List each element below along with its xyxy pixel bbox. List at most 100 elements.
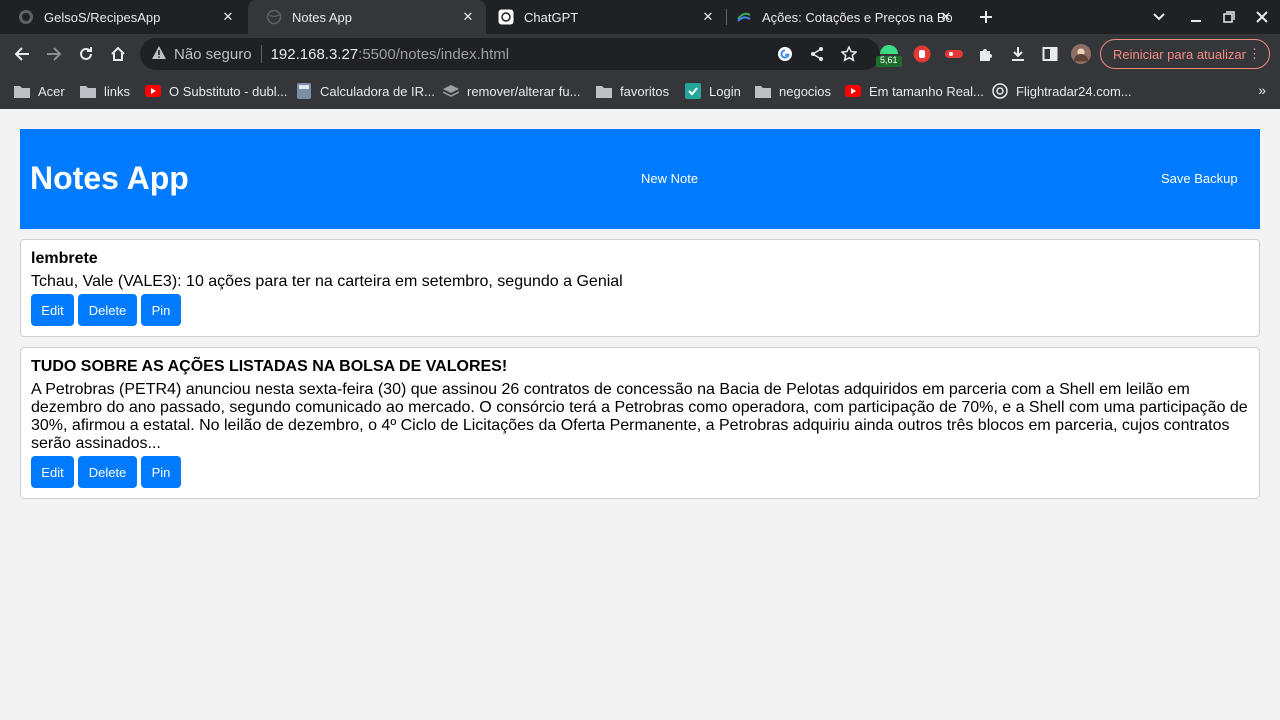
bookmark-calculadora[interactable]: Calculadora de IR... bbox=[296, 82, 435, 100]
app-title: Notes App bbox=[30, 160, 189, 196]
security-label: Não seguro bbox=[174, 45, 252, 63]
folder-icon bbox=[80, 83, 96, 99]
note-card: TUDO SOBRE AS AÇÕES LISTADAS NA BOLSA DE… bbox=[20, 347, 1260, 499]
omnibox-divider bbox=[260, 45, 262, 63]
back-arrow-icon[interactable] bbox=[12, 44, 32, 64]
bookmark-o-substituto[interactable]: O Substituto - dubl... bbox=[145, 82, 288, 100]
bookmark-label: Login bbox=[709, 83, 741, 99]
tab-recipes-app[interactable]: GelsoS/RecipesApp ✕ bbox=[0, 0, 246, 34]
download-icon[interactable] bbox=[1008, 44, 1028, 64]
new-tab-plus-icon[interactable] bbox=[976, 7, 996, 27]
note-actions: Edit Delete Pin bbox=[31, 294, 1249, 326]
bookmark-label: Flightradar24.com... bbox=[1016, 83, 1132, 99]
url-path: :5500/notes/index.html bbox=[358, 45, 510, 63]
note-title: lembrete bbox=[31, 250, 98, 267]
bookmark-remover-alterar[interactable]: remover/alterar fu... bbox=[443, 82, 580, 100]
browser-toolbar: Não seguro 192.168.3.27:5500/notes/index… bbox=[0, 34, 1280, 74]
address-bar[interactable]: Não seguro 192.168.3.27:5500/notes/index… bbox=[140, 38, 880, 70]
delete-button[interactable]: Delete bbox=[78, 294, 137, 326]
side-panel-icon[interactable] bbox=[1040, 44, 1060, 64]
bookmarks-bar: Acer links O Substituto - dubl... Calcul… bbox=[0, 74, 1280, 109]
delete-button[interactable]: Delete bbox=[78, 456, 137, 488]
note-actions: Edit Delete Pin bbox=[31, 456, 1249, 488]
pin-button[interactable]: Pin bbox=[141, 294, 181, 326]
tab-title: Notes App bbox=[292, 9, 352, 25]
tab-title: Ações: Cotações e Preços na Bo bbox=[762, 9, 952, 25]
note-title: TUDO SOBRE AS AÇÕES LISTADAS NA BOLSA DE… bbox=[31, 358, 508, 375]
bookmark-label: negocios bbox=[779, 83, 832, 99]
save-backup-button[interactable]: Save Backup bbox=[1161, 171, 1238, 186]
bookmark-em-tamanho-real[interactable]: Em tamanho Real... bbox=[845, 82, 984, 100]
extensions-puzzle-icon[interactable] bbox=[976, 44, 996, 64]
url-host: 192.168.3.27 bbox=[270, 45, 359, 63]
note-body: A Petrobras (PETR4) anunciou nesta sexta… bbox=[31, 381, 1248, 452]
security-indicator[interactable]: Não seguro bbox=[152, 45, 252, 63]
bookmark-label: Em tamanho Real... bbox=[869, 83, 984, 99]
bookmark-label: remover/alterar fu... bbox=[467, 83, 581, 99]
record-extension-icon[interactable] bbox=[944, 44, 964, 64]
folder-icon bbox=[755, 83, 771, 99]
youtube-icon bbox=[845, 83, 861, 99]
note-body: Tchau, Vale (VALE3): 10 ações para ter n… bbox=[31, 273, 623, 290]
tab-title: GelsoS/RecipesApp bbox=[44, 9, 161, 25]
bookmark-flightradar24[interactable]: Flightradar24.com... bbox=[992, 82, 1132, 100]
forward-arrow-icon[interactable] bbox=[44, 44, 64, 64]
bookmark-login[interactable]: Login bbox=[685, 82, 741, 100]
edit-button[interactable]: Edit bbox=[31, 456, 74, 488]
stocks-icon bbox=[736, 9, 752, 25]
folder-icon bbox=[14, 83, 30, 99]
more-vert-icon[interactable]: ⋮ bbox=[1248, 46, 1261, 62]
page-viewport: Notes App New Note Save Backup lembrete … bbox=[0, 109, 1280, 720]
reload-icon[interactable] bbox=[76, 44, 96, 64]
radar-icon bbox=[992, 83, 1008, 99]
window-close-icon[interactable] bbox=[1252, 7, 1272, 27]
hand-stop-icon[interactable] bbox=[912, 44, 932, 64]
app-header: Notes App New Note Save Backup bbox=[20, 129, 1260, 229]
tab-notes-app[interactable]: Notes App ✕ bbox=[248, 0, 486, 34]
bookmark-favoritos[interactable]: favoritos bbox=[596, 82, 669, 100]
tab-chatgpt[interactable]: ChatGPT ✕ bbox=[480, 0, 726, 34]
bookmark-label: Acer bbox=[38, 83, 65, 99]
globe-icon bbox=[266, 9, 282, 25]
login-icon bbox=[685, 83, 701, 99]
restart-label: Reiniciar para atualizar bbox=[1113, 46, 1246, 62]
folder-icon bbox=[596, 83, 612, 99]
share-icon[interactable] bbox=[808, 45, 826, 63]
youtube-icon bbox=[145, 83, 161, 99]
extension-badge-count: 5,61 bbox=[880, 55, 898, 65]
bookmark-star-icon[interactable] bbox=[840, 45, 858, 63]
close-icon[interactable]: ✕ bbox=[938, 9, 954, 25]
profile-avatar[interactable] bbox=[1071, 44, 1091, 64]
bookmark-label: O Substituto - dubl... bbox=[169, 83, 288, 99]
new-note-button[interactable]: New Note bbox=[641, 171, 698, 186]
bookmark-acer[interactable]: Acer bbox=[14, 82, 65, 100]
github-icon bbox=[18, 9, 34, 25]
google-lens-icon[interactable] bbox=[776, 45, 794, 63]
calculator-icon bbox=[296, 83, 312, 99]
close-icon[interactable]: ✕ bbox=[460, 9, 476, 25]
note-card: lembrete Tchau, Vale (VALE3): 10 ações p… bbox=[20, 239, 1260, 337]
chatgpt-icon bbox=[498, 9, 514, 25]
bookmark-label: favoritos bbox=[620, 83, 670, 99]
tab-strip: GelsoS/RecipesApp ✕ Notes App ✕ ChatGPT … bbox=[0, 0, 1280, 34]
bookmark-links[interactable]: links bbox=[80, 82, 130, 100]
close-icon[interactable]: ✕ bbox=[700, 9, 716, 25]
warning-triangle-icon bbox=[152, 45, 166, 63]
pin-button[interactable]: Pin bbox=[141, 456, 181, 488]
home-icon[interactable] bbox=[108, 44, 128, 64]
browser-chrome: GelsoS/RecipesApp ✕ Notes App ✕ ChatGPT … bbox=[0, 0, 1280, 109]
bookmark-label: links bbox=[104, 83, 131, 99]
bookmark-negocios[interactable]: negocios bbox=[755, 82, 831, 100]
close-icon[interactable]: ✕ bbox=[220, 9, 236, 25]
restore-icon[interactable] bbox=[1219, 7, 1239, 27]
tab-title: ChatGPT bbox=[524, 9, 579, 25]
layers-icon bbox=[443, 83, 459, 99]
minimize-icon[interactable] bbox=[1186, 7, 1206, 27]
edit-button[interactable]: Edit bbox=[31, 294, 74, 326]
tab-search-chevron-icon[interactable] bbox=[1149, 7, 1169, 27]
bookmark-label: Calculadora de IR... bbox=[320, 83, 435, 99]
bookmarks-overflow-chevron-icon[interactable]: » bbox=[1258, 82, 1266, 98]
restart-to-update-button[interactable]: Reiniciar para atualizar ⋮ bbox=[1100, 39, 1270, 69]
android-extension-icon[interactable]: 5,61 bbox=[870, 38, 908, 68]
tab-acoes[interactable]: Ações: Cotações e Preços na Bo ✕ bbox=[718, 0, 964, 34]
